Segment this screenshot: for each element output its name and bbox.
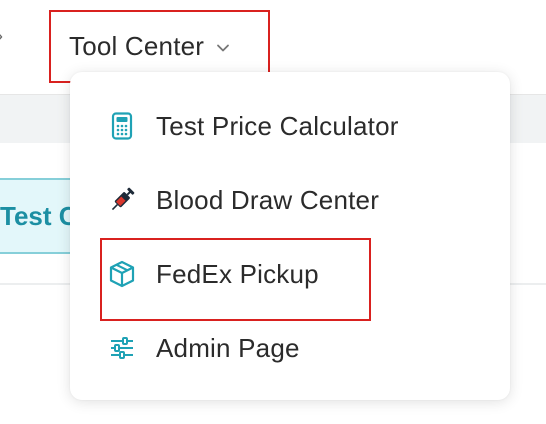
menu-item-label: FedEx Pickup [156,258,319,289]
chevron-down-icon [216,41,230,55]
page: › Tool Center Test C [0,0,546,424]
background-tab-label: Test C [0,200,76,231]
package-box-icon [106,258,138,290]
calculator-icon [106,110,138,142]
menu-item-label: Blood Draw Center [156,184,380,215]
background-tab-partial[interactable]: Test C [0,178,76,254]
tool-center-dropdown: Test Price Calculator Blood Draw Center [70,72,510,400]
menu-item-test-price-calculator[interactable]: Test Price Calculator [106,102,399,150]
menu-item-fedex-pickup[interactable]: FedEx Pickup [106,250,319,298]
sliders-icon [106,332,138,364]
tool-center-label: Tool Center [69,31,205,61]
menu-item-label: Test Price Calculator [156,110,399,141]
menu-item-blood-draw-center[interactable]: Blood Draw Center [106,176,379,224]
partial-nav-chevron-icon: › [0,26,3,47]
menu-item-admin-page[interactable]: Admin Page [106,324,300,372]
menu-item-label: Admin Page [156,332,300,363]
syringe-icon [106,184,138,216]
